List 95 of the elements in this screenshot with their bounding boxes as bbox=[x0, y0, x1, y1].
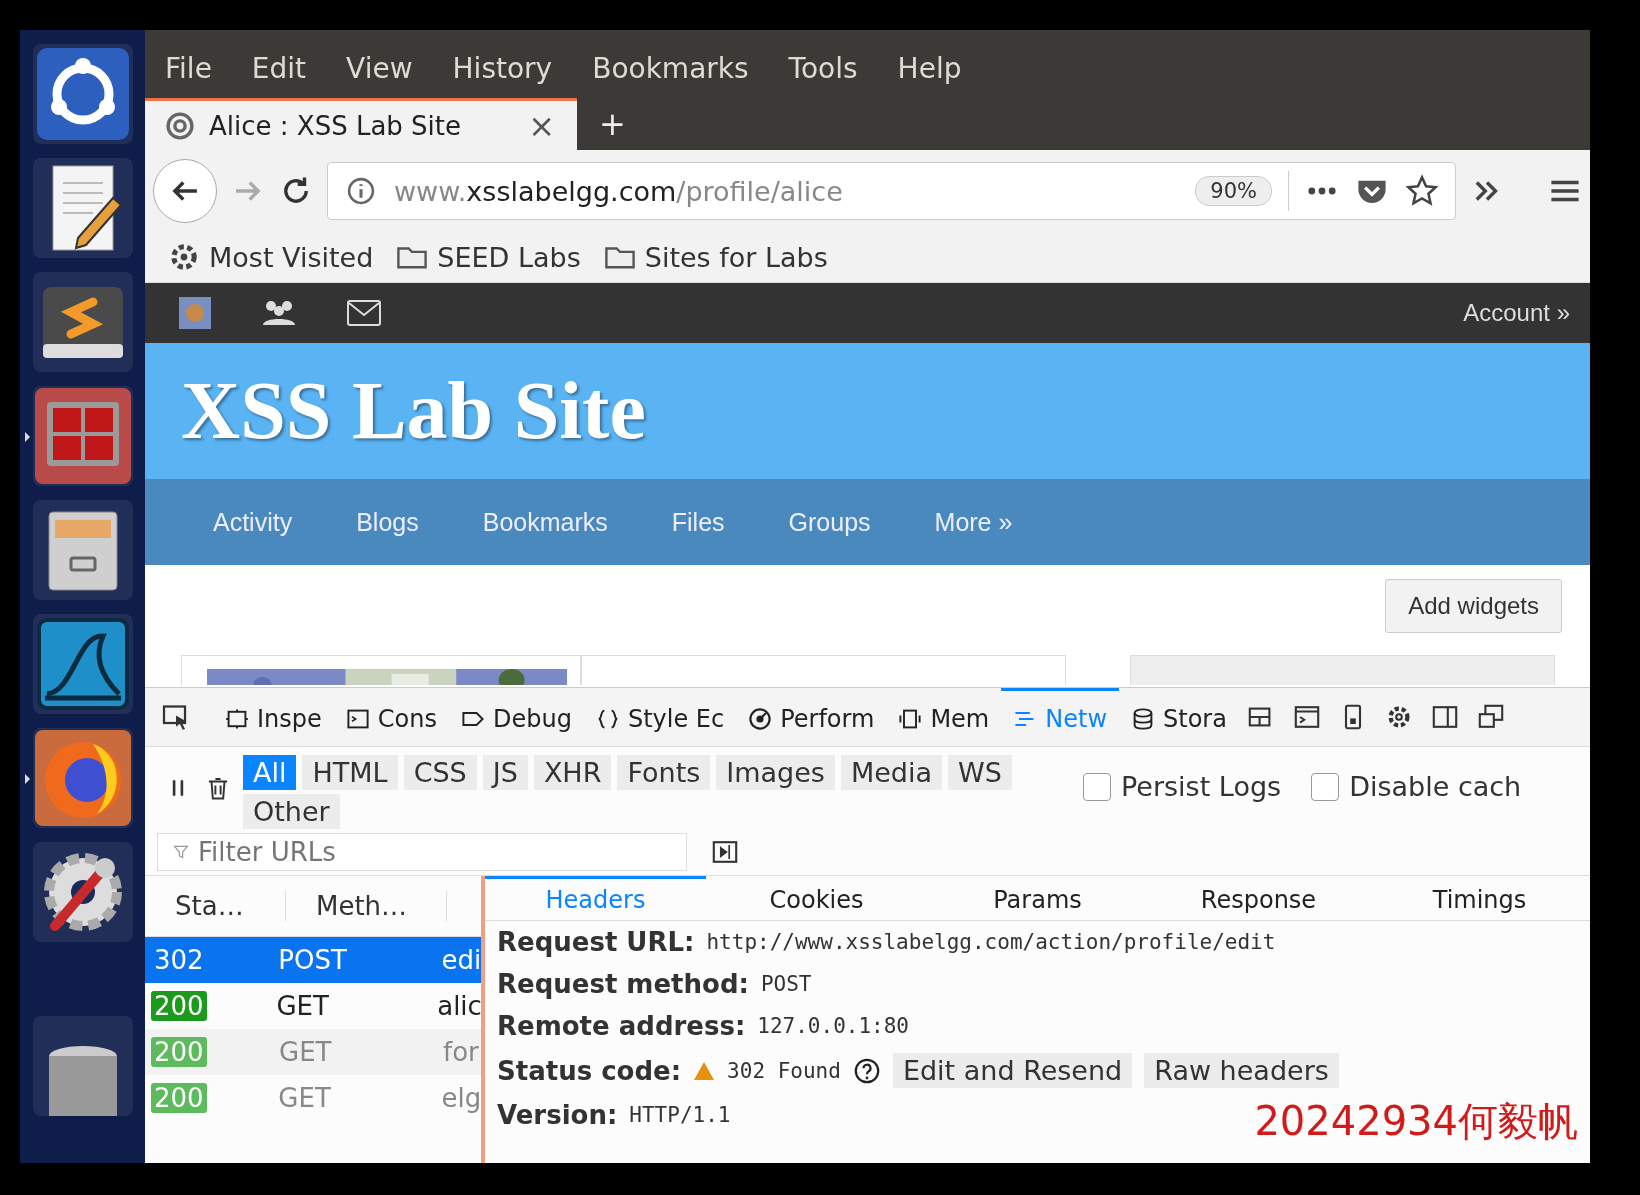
request-method: GET bbox=[276, 991, 330, 1021]
detail-tab[interactable]: Headers bbox=[485, 876, 706, 920]
browser-tab[interactable]: Alice : XSS Lab Site × bbox=[145, 98, 577, 150]
inspector-icon bbox=[225, 706, 249, 731]
bookmark[interactable]: SEED Labs bbox=[395, 240, 581, 274]
menu-item[interactable]: Help bbox=[897, 51, 962, 85]
devtools-tab[interactable]: Debug bbox=[448, 688, 584, 746]
detail-tab[interactable]: Cookies bbox=[706, 876, 927, 920]
header-value: http://www.xsslabelgg.com/action/profile/edit bbox=[706, 930, 1276, 954]
bookmark[interactable]: Most Visited bbox=[167, 240, 374, 274]
header-label: Request method: bbox=[497, 969, 749, 999]
checkbox[interactable] bbox=[1311, 772, 1340, 801]
status-code: 302 bbox=[153, 945, 205, 975]
filter-button[interactable]: Other bbox=[243, 794, 340, 829]
devtools-tab[interactable]: Cons bbox=[333, 688, 449, 746]
menu-item[interactable]: View bbox=[346, 51, 413, 85]
header-button[interactable]: Raw headers bbox=[1144, 1053, 1339, 1088]
filter-button[interactable]: JS bbox=[482, 755, 528, 790]
storage-icon bbox=[1131, 706, 1155, 731]
file-name: alic bbox=[437, 991, 481, 1021]
tab-title: Alice : XSS Lab Site bbox=[209, 110, 462, 141]
file-name: elg bbox=[441, 1083, 481, 1113]
account-menu[interactable]: Account » bbox=[1463, 299, 1570, 327]
zoom-level[interactable]: 90% bbox=[1195, 176, 1272, 206]
menu-item[interactable]: File bbox=[165, 51, 212, 85]
status-code: 200 bbox=[151, 1037, 207, 1067]
devtools-tab[interactable]: Perform bbox=[736, 688, 887, 746]
menu-item[interactable]: Edit bbox=[251, 51, 307, 85]
header-value: 302 Found bbox=[727, 1058, 841, 1083]
address-bar[interactable]: www.xsslabelgg.com/profile/alice 90% bbox=[327, 162, 1456, 220]
header-value: HTTP/1.1 bbox=[629, 1103, 731, 1127]
warning-icon bbox=[693, 1060, 716, 1081]
header-label: Remote address: bbox=[497, 1011, 746, 1041]
annotation-text: 20242934何毅帆 bbox=[1254, 1097, 1578, 1146]
site-title: XSS Lab Site bbox=[181, 364, 646, 458]
menu-item[interactable]: Bookmarks bbox=[592, 51, 749, 85]
status-code: 200 bbox=[151, 1083, 207, 1113]
filter-field[interactable]: Filter URLs bbox=[157, 833, 687, 871]
close-tab-button[interactable]: × bbox=[524, 106, 559, 145]
request-method: GET bbox=[279, 1037, 333, 1067]
header-value: 127.0.0.1:80 bbox=[757, 1014, 909, 1038]
filter-button[interactable]: Images bbox=[716, 755, 835, 790]
header-label: Status code: bbox=[497, 1055, 682, 1086]
app-launcher-icon[interactable] bbox=[32, 158, 133, 258]
new-tab-button[interactable]: + bbox=[595, 98, 630, 150]
header-label: Version: bbox=[497, 1100, 618, 1130]
header-label: Request URL: bbox=[497, 927, 695, 957]
app-launcher-icon[interactable] bbox=[32, 728, 133, 828]
request-row[interactable]: 200 GET alic bbox=[145, 983, 481, 1029]
request-row[interactable]: 302 POST edi bbox=[145, 937, 481, 983]
filter-button[interactable]: CSS bbox=[403, 755, 477, 790]
devtools-tab[interactable]: Inspe bbox=[213, 688, 334, 746]
checkbox[interactable] bbox=[1083, 772, 1111, 801]
console-icon[interactable] bbox=[1292, 703, 1321, 731]
filter-button[interactable]: XHR bbox=[533, 755, 612, 790]
devtools-tab[interactable]: Style Ec bbox=[583, 688, 737, 746]
file-name: edi bbox=[441, 945, 481, 975]
app-launcher-icon[interactable] bbox=[32, 44, 133, 144]
dock-icon[interactable] bbox=[1430, 703, 1459, 731]
checkbox-label: Persist Logs bbox=[1121, 771, 1282, 802]
request-method: GET bbox=[278, 1083, 332, 1113]
url-text: www.xsslabelgg.com/profile/alice bbox=[394, 175, 844, 207]
detail-tab[interactable]: Params bbox=[927, 876, 1148, 920]
devtools-tab[interactable]: Stora bbox=[1119, 688, 1239, 746]
filter-button[interactable]: WS bbox=[948, 755, 1012, 790]
undock-icon[interactable] bbox=[1476, 703, 1505, 731]
filter-icon bbox=[173, 844, 189, 860]
filter-button[interactable]: Fonts bbox=[617, 755, 711, 790]
header-button[interactable]: Edit and Resend bbox=[892, 1053, 1133, 1088]
checkbox-label: Disable cach bbox=[1349, 771, 1522, 802]
column-header[interactable]: Sta… bbox=[145, 891, 286, 921]
devtools-tab[interactable]: Mem bbox=[886, 688, 1002, 746]
file-name: for bbox=[443, 1037, 479, 1067]
status-code: 200 bbox=[151, 991, 207, 1021]
menu-item[interactable]: History bbox=[452, 51, 553, 85]
column-header[interactable]: Meth… bbox=[286, 891, 447, 921]
star-icon[interactable] bbox=[1405, 174, 1439, 208]
sidebar-toggle-icon[interactable] bbox=[711, 838, 739, 866]
header-value: POST bbox=[760, 972, 812, 996]
trash-icon[interactable] bbox=[32, 1016, 133, 1116]
request-method: POST bbox=[278, 945, 348, 975]
detail-tab[interactable]: Timings bbox=[1369, 876, 1590, 920]
detail-tab[interactable]: Response bbox=[1148, 876, 1369, 920]
filter-button[interactable]: All bbox=[243, 755, 297, 790]
add-widgets-button[interactable]: Add widgets bbox=[1385, 579, 1562, 633]
mail-icon[interactable] bbox=[347, 300, 381, 326]
app-launcher-icon[interactable] bbox=[32, 272, 133, 372]
filter-button[interactable]: Media bbox=[840, 755, 943, 790]
performance-icon bbox=[748, 706, 773, 731]
app-launcher-icon[interactable] bbox=[32, 500, 133, 600]
filter-button[interactable]: HTML bbox=[302, 755, 398, 790]
help-icon[interactable] bbox=[852, 1056, 881, 1085]
settings-icon[interactable] bbox=[32, 842, 133, 942]
menu-item[interactable]: Tools bbox=[788, 51, 858, 85]
bookmark[interactable]: Sites for Labs bbox=[602, 240, 828, 274]
